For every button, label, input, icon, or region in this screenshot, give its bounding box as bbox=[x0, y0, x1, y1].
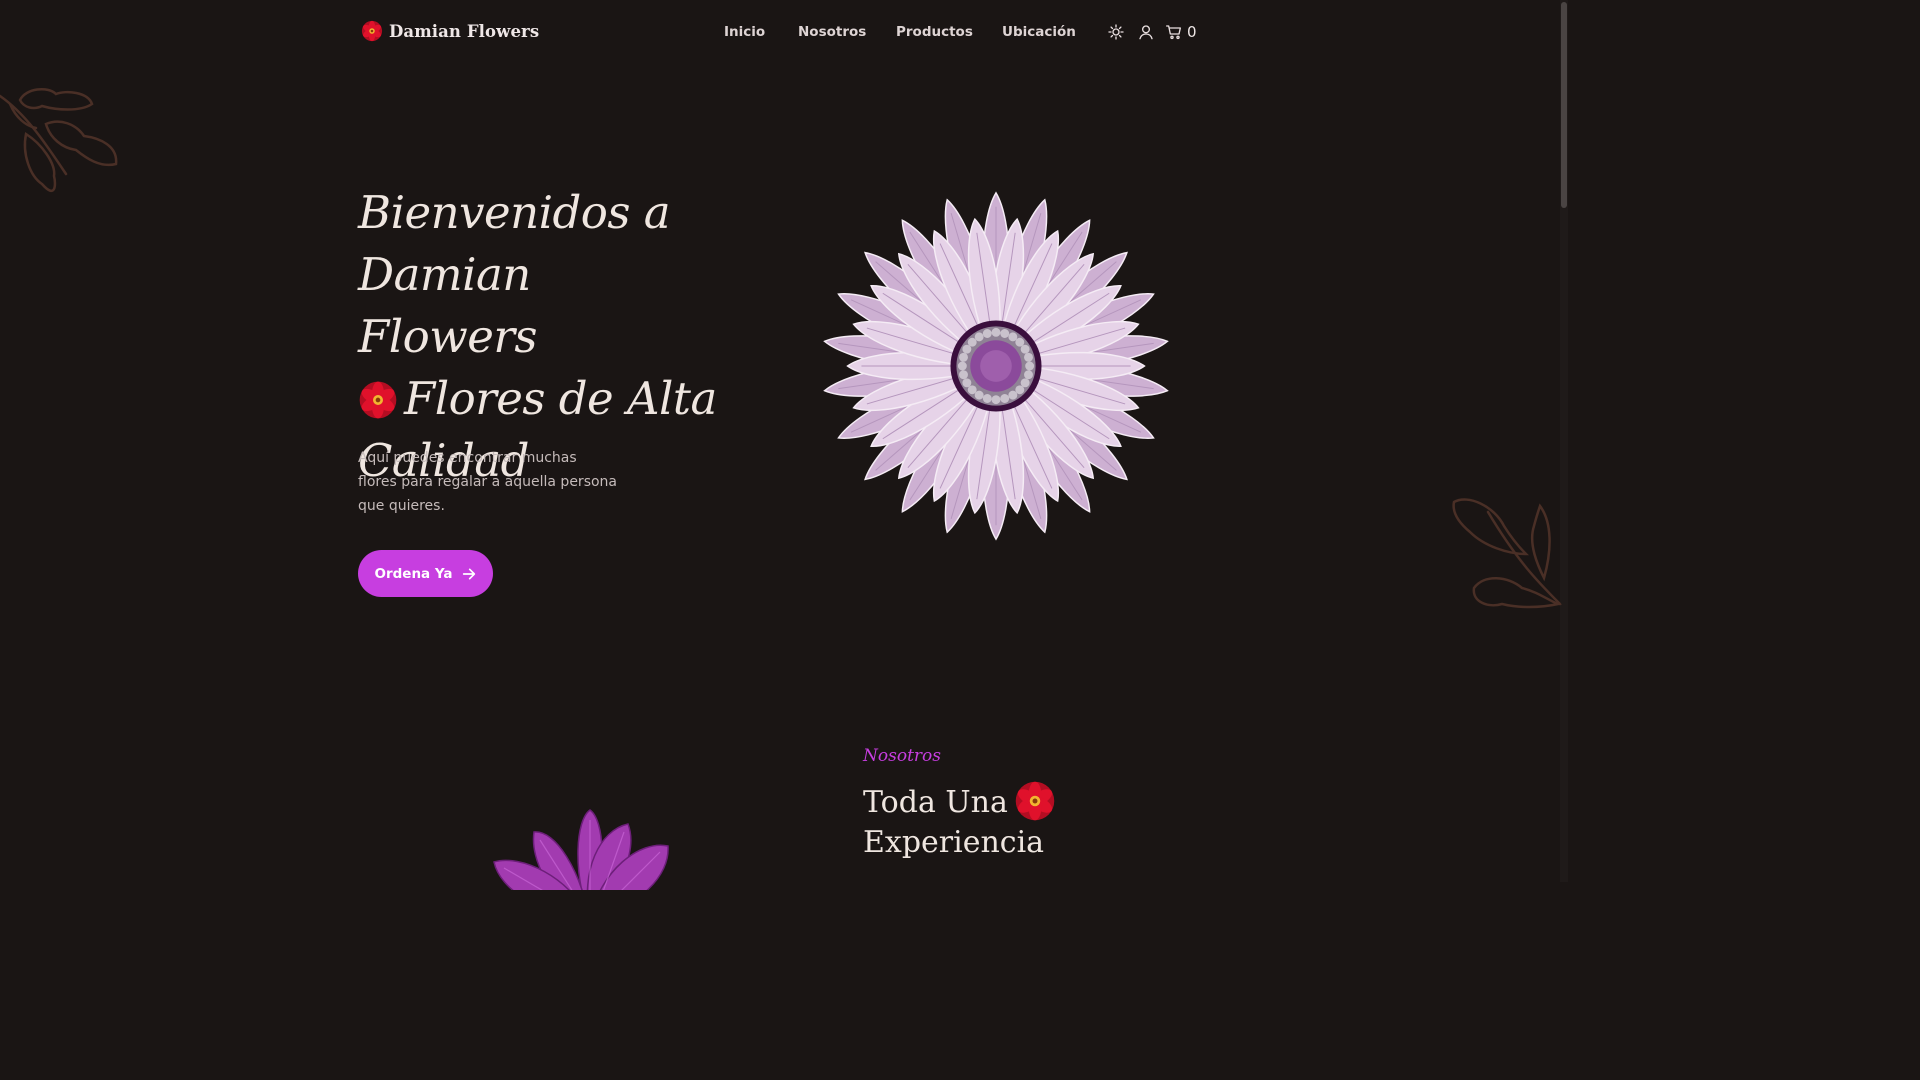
nav-item-productos[interactable]: Productos bbox=[896, 24, 973, 40]
cart-icon[interactable] bbox=[1165, 23, 1183, 41]
red-flower-icon bbox=[359, 381, 397, 419]
about-title: Toda Una Experiencia bbox=[863, 780, 1123, 863]
arrow-right-icon bbox=[462, 568, 475, 579]
site-header: Damian Flowers Inicio Nosotros Productos… bbox=[0, 0, 1560, 66]
header-actions: 0 bbox=[1107, 23, 1197, 41]
order-now-button[interactable]: Ordena Ya bbox=[358, 550, 493, 597]
user-icon[interactable] bbox=[1137, 23, 1155, 41]
red-flower-icon bbox=[1015, 781, 1055, 821]
nav-item-ubicacion[interactable]: Ubicación bbox=[1002, 24, 1076, 40]
nav-item-nosotros[interactable]: Nosotros bbox=[798, 24, 866, 40]
leaf-decoration-right bbox=[1452, 498, 1563, 609]
order-now-label: Ordena Ya bbox=[374, 565, 453, 582]
about-title-line1: Toda Una bbox=[863, 785, 1008, 820]
brand-logo[interactable]: Damian Flowers bbox=[361, 20, 539, 42]
hero-title-line1: Bienvenidos a Damian Flowers bbox=[358, 186, 671, 363]
red-flower-icon bbox=[361, 20, 383, 42]
leaf-decoration-left bbox=[0, 87, 118, 192]
nav-item-inicio[interactable]: Inicio bbox=[724, 24, 765, 40]
about-flower-image bbox=[470, 800, 710, 890]
about-title-line2: Experiencia bbox=[863, 825, 1045, 860]
hero-description: Aquí puedes encontrar muchas flores para… bbox=[358, 450, 617, 514]
section-kicker: Nosotros bbox=[863, 746, 941, 766]
brand-name: Damian Flowers bbox=[389, 21, 540, 41]
hero-flower-image bbox=[823, 191, 1169, 541]
sun-icon[interactable] bbox=[1107, 23, 1125, 41]
cart-count: 0 bbox=[1187, 23, 1197, 41]
scrollbar-thumb[interactable] bbox=[1561, 2, 1567, 208]
